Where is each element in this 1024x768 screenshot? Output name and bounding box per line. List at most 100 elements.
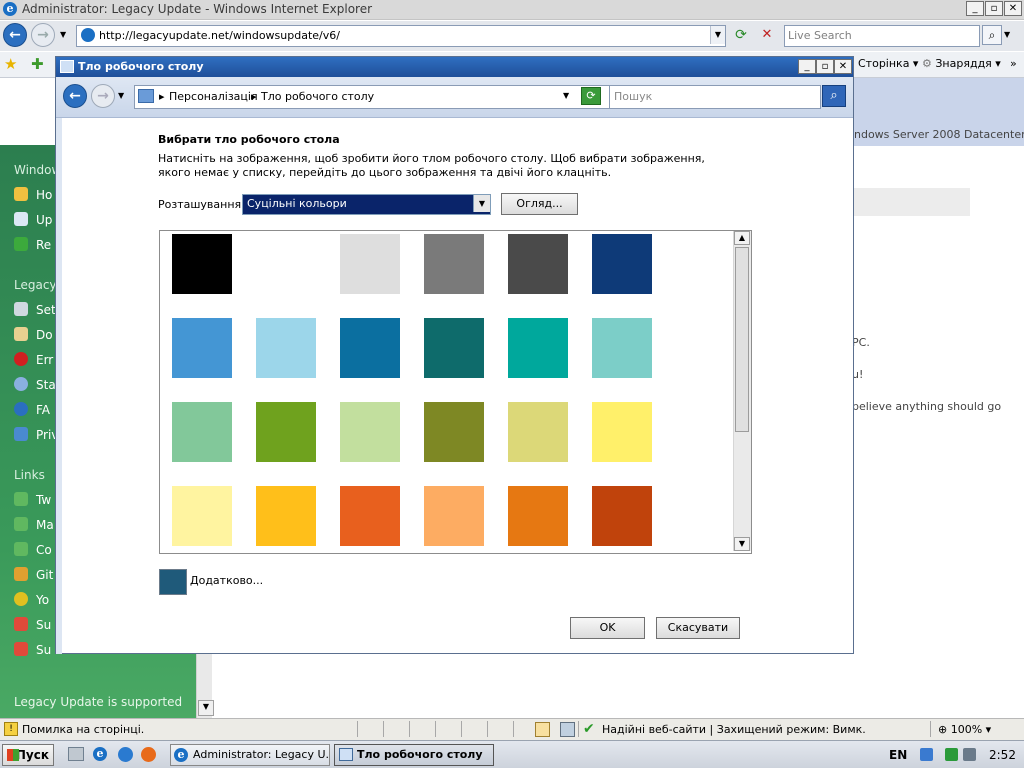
address-dropdown[interactable]: ▼	[710, 26, 725, 44]
stop-icon[interactable]: ✕	[758, 27, 776, 45]
page-menu[interactable]: Сторінка ▾	[858, 57, 918, 70]
refresh-icon[interactable]: ⟳	[732, 27, 750, 45]
custom-color-swatch[interactable]	[159, 569, 187, 595]
color-swatch[interactable]	[424, 402, 484, 462]
language-indicator[interactable]: EN	[889, 748, 907, 762]
breadcrumb-dropdown[interactable]: ▼	[563, 91, 569, 100]
sidebar-item-link[interactable]: Git	[14, 567, 53, 582]
dialog-search-icon[interactable]: ⌕	[822, 85, 846, 107]
dialog-close-button[interactable]: ✕	[834, 59, 852, 74]
color-swatch[interactable]	[592, 486, 652, 546]
quicklaunch-ie-alt-icon[interactable]	[118, 747, 133, 762]
close-button[interactable]: ✕	[1004, 1, 1022, 16]
search-icon[interactable]: ⌕	[982, 25, 1002, 45]
more-commands-chevron[interactable]: »	[1010, 57, 1017, 70]
color-swatch[interactable]	[256, 318, 316, 378]
sidebar-item-home[interactable]: Ho	[14, 187, 52, 202]
sidebar-item-faq[interactable]: FA	[14, 402, 50, 417]
sidebar-item-link[interactable]: Co	[14, 542, 52, 557]
sidebar-item-updates[interactable]: Up	[14, 212, 52, 227]
color-swatch[interactable]	[172, 318, 232, 378]
favorites-star-icon[interactable]: ★	[4, 55, 17, 73]
zoom-control[interactable]: ⊕ 100% ▾	[938, 723, 991, 736]
cancel-button[interactable]: Скасувати	[656, 617, 740, 639]
show-desktop-icon[interactable]	[68, 747, 84, 761]
forward-button[interactable]: →	[31, 23, 55, 47]
breadcrumb-desktop-background[interactable]: Тло робочого столу	[261, 90, 374, 103]
dialog-search-input[interactable]: Пошук	[609, 85, 821, 109]
sidebar-item-link[interactable]: Su	[14, 642, 51, 657]
color-swatch[interactable]	[508, 318, 568, 378]
sidebar-item-privacy[interactable]: Priv	[14, 427, 58, 442]
dialog-back-button[interactable]: ←	[63, 84, 87, 108]
color-swatch[interactable]	[172, 486, 232, 546]
sidebar-item-link[interactable]: Su	[14, 617, 51, 632]
color-swatch[interactable]	[172, 402, 232, 462]
sidebar-item-link[interactable]: Ma	[14, 517, 54, 532]
clock[interactable]: 2:52	[989, 748, 1016, 762]
volume-icon[interactable]	[963, 748, 976, 761]
breadcrumb-personalization[interactable]: Персоналізація	[169, 90, 258, 103]
color-swatch[interactable]	[340, 318, 400, 378]
color-swatch[interactable]	[172, 234, 232, 294]
location-select[interactable]: Суцільні кольори ▼	[242, 194, 491, 215]
color-swatch[interactable]	[592, 318, 652, 378]
sidebar-item-stats[interactable]: Sta	[14, 377, 56, 392]
history-dropdown[interactable]: ▼	[60, 30, 66, 39]
sidebar-item-settings[interactable]: Set	[14, 302, 56, 317]
color-swatch[interactable]	[592, 402, 652, 462]
dialog-history-dropdown[interactable]: ▼	[118, 91, 124, 100]
start-button[interactable]: Пуск	[2, 744, 54, 766]
color-swatch[interactable]	[340, 234, 400, 294]
back-button[interactable]: ←	[3, 23, 27, 47]
browse-button[interactable]: Огляд...	[501, 193, 578, 215]
color-swatch[interactable]	[508, 234, 568, 294]
task-ie[interactable]: e Administrator: Legacy U...	[170, 744, 330, 766]
network-icon[interactable]	[920, 748, 933, 761]
warning-icon[interactable]: !	[4, 722, 18, 736]
color-swatch[interactable]	[256, 234, 316, 294]
scroll-down-button[interactable]: ▼	[734, 537, 750, 551]
security-zone[interactable]: Надійні веб-сайти | Захищений режим: Вим…	[602, 723, 866, 736]
quicklaunch-ie-icon[interactable]: e	[93, 747, 107, 761]
sidebar-item-link[interactable]: Tw	[14, 492, 51, 507]
sidebar-item-downloads[interactable]: Do	[14, 327, 53, 342]
color-swatch[interactable]	[424, 486, 484, 546]
add-favorites-icon[interactable]: ✚	[31, 55, 44, 73]
dialog-maximize-button[interactable]: ▫	[816, 59, 834, 74]
swatch-scrollbar[interactable]: ▲ ▼	[733, 231, 751, 551]
tools-menu[interactable]: ⚙ Знаряддя ▾	[922, 57, 1001, 70]
scroll-down-button[interactable]: ▼	[198, 700, 214, 716]
sidebar-item-review[interactable]: Re	[14, 237, 51, 252]
address-bar[interactable]: http://legacyupdate.net/windowsupdate/v6…	[76, 25, 726, 47]
dialog-minimize-button[interactable]: _	[798, 59, 816, 74]
firefox-icon[interactable]	[141, 747, 156, 762]
sidebar-item-link[interactable]: Yo	[14, 592, 49, 607]
task-desktop-background[interactable]: Тло робочого столу	[334, 744, 494, 766]
security-tray-icon[interactable]	[945, 748, 958, 761]
security-icon[interactable]	[560, 722, 575, 737]
search-options-dropdown[interactable]: ▼	[1004, 30, 1010, 39]
popup-blocker-icon[interactable]	[535, 722, 550, 737]
maximize-button[interactable]: ▫	[985, 1, 1003, 16]
color-swatch[interactable]	[340, 402, 400, 462]
live-search-input[interactable]: Live Search	[784, 25, 980, 47]
chevron-down-icon[interactable]: ▼	[473, 195, 490, 212]
dialog-forward-button[interactable]: →	[91, 84, 115, 108]
color-swatch[interactable]	[256, 486, 316, 546]
color-swatch-panel[interactable]: ▲ ▼	[159, 230, 752, 554]
color-swatch[interactable]	[424, 318, 484, 378]
minimize-button[interactable]: _	[966, 1, 984, 16]
scroll-thumb[interactable]	[735, 247, 749, 432]
color-swatch[interactable]	[592, 234, 652, 294]
color-swatch[interactable]	[508, 486, 568, 546]
sidebar-item-errors[interactable]: Err	[14, 352, 53, 367]
dialog-refresh-icon[interactable]: ⟳	[581, 87, 601, 105]
scroll-up-button[interactable]: ▲	[734, 231, 750, 245]
color-swatch[interactable]	[508, 402, 568, 462]
color-swatch[interactable]	[340, 486, 400, 546]
color-swatch[interactable]	[424, 234, 484, 294]
breadcrumb[interactable]: ▸ Персоналізація ▸ Тло робочого столу ▼ …	[134, 85, 662, 109]
more-colors-link[interactable]: Додатково...	[190, 574, 263, 587]
color-swatch[interactable]	[256, 402, 316, 462]
